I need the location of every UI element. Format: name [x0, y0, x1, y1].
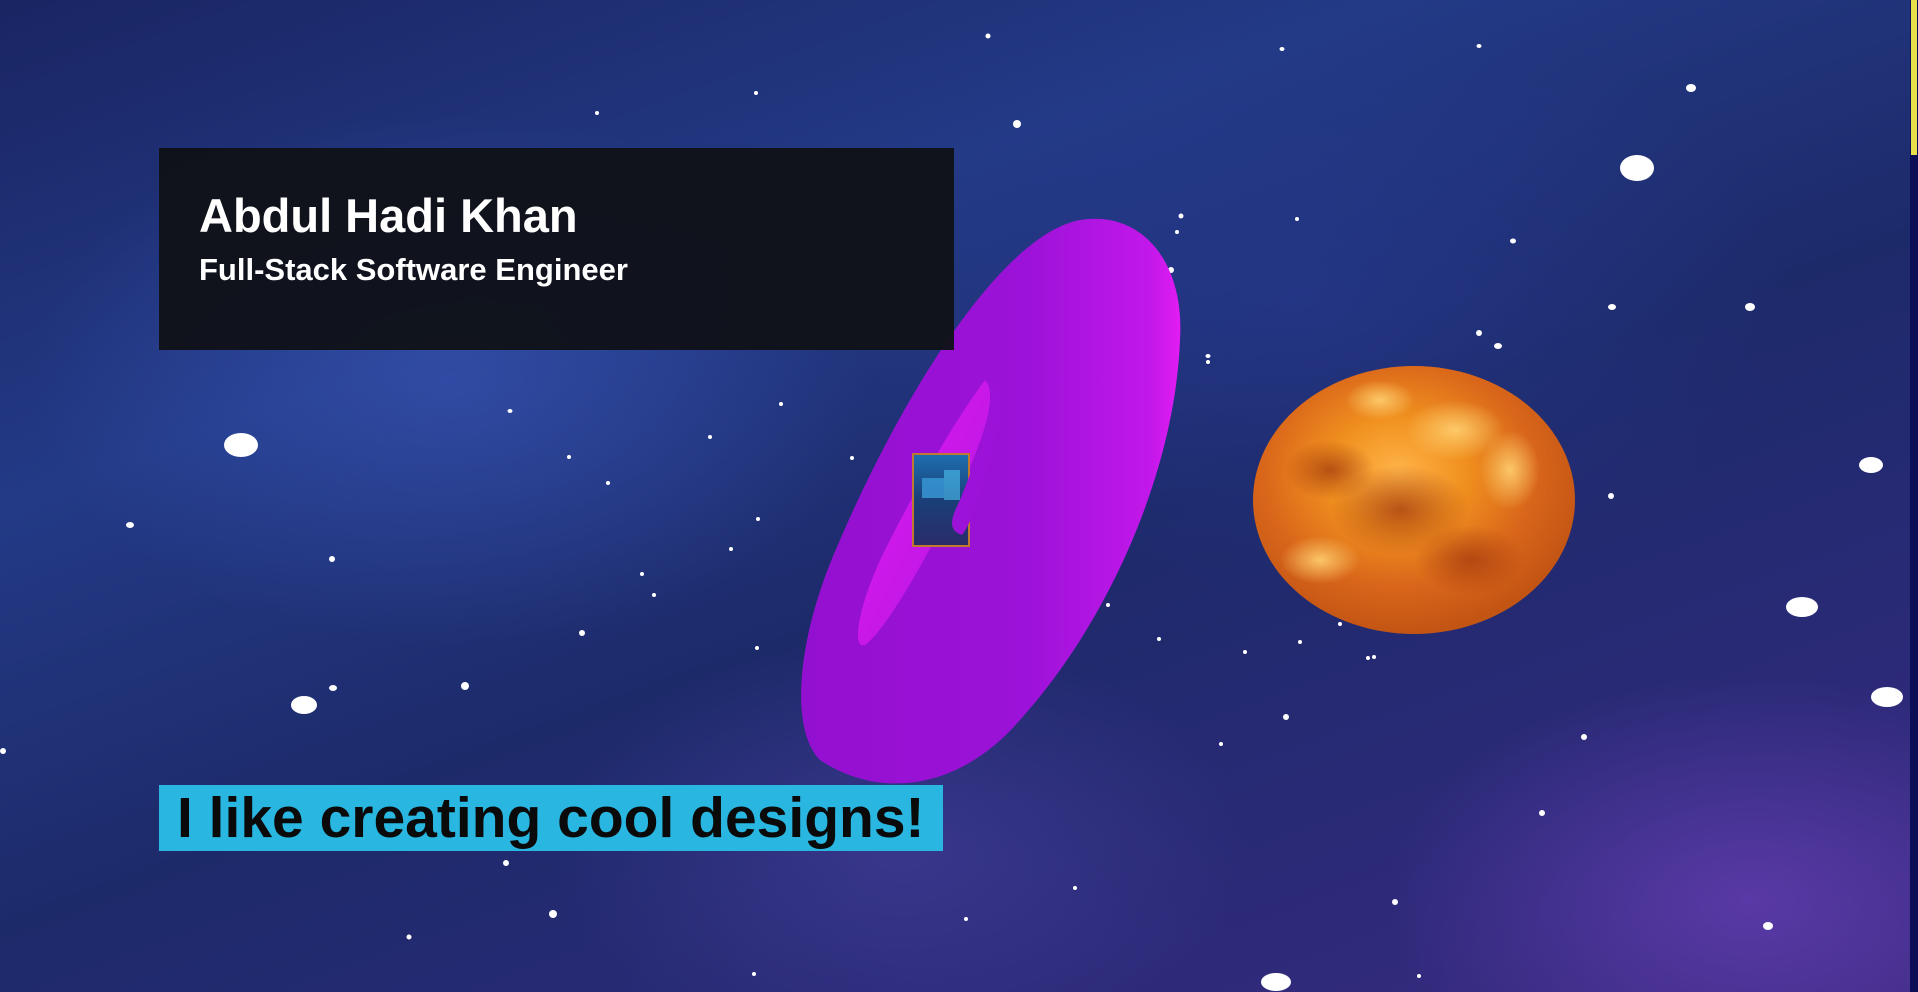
intro-card: Abdul Hadi Khan Full-Stack Software Engi…: [159, 148, 954, 350]
star: [595, 111, 599, 115]
star: [126, 522, 134, 528]
star: [1539, 810, 1545, 816]
star: [752, 972, 756, 976]
star: [1417, 974, 1421, 978]
star: [1338, 622, 1342, 626]
star: [779, 402, 783, 406]
star: [1056, 421, 1060, 425]
star: [1283, 714, 1289, 720]
star: [1476, 44, 1482, 48]
star: [406, 934, 412, 940]
star: [1608, 304, 1616, 310]
star: [1686, 84, 1696, 92]
star: [1005, 574, 1031, 598]
star: [549, 910, 557, 918]
star: [507, 409, 513, 413]
hero-role: Full-Stack Software Engineer: [199, 252, 628, 287]
star: [1205, 354, 1211, 358]
star: [964, 917, 968, 921]
star: [1745, 303, 1755, 311]
star: [1092, 588, 1096, 592]
star: [579, 630, 585, 636]
star: [1476, 330, 1482, 336]
star: [1219, 742, 1223, 746]
star: [1243, 650, 1247, 654]
star: [985, 33, 991, 39]
star: [1175, 230, 1179, 234]
star: [1581, 734, 1587, 740]
star: [503, 860, 509, 866]
star: [708, 435, 712, 439]
star: [1146, 317, 1150, 321]
star: [1279, 47, 1285, 51]
star: [1168, 267, 1174, 273]
star: [291, 696, 317, 714]
star: [1786, 597, 1818, 617]
hero-name: Abdul Hadi Khan: [199, 189, 578, 242]
star: [461, 682, 469, 690]
star: [1178, 213, 1184, 219]
star: [567, 455, 571, 459]
star: [1061, 412, 1065, 416]
star: [850, 456, 854, 460]
star: [1206, 360, 1210, 364]
star: [1608, 493, 1614, 499]
star: [755, 646, 759, 650]
star: [606, 481, 610, 485]
star: [329, 556, 335, 562]
tagline-banner: I like creating cool designs!: [159, 785, 943, 851]
star: [652, 593, 656, 597]
star: [729, 547, 733, 551]
star: [1871, 687, 1903, 707]
star: [1261, 973, 1291, 991]
star: [224, 433, 258, 457]
star: [1494, 343, 1502, 349]
scrollbar-thumb[interactable]: [1911, 0, 1917, 155]
star: [1510, 238, 1516, 244]
star: [1366, 656, 1370, 660]
star: [0, 748, 6, 754]
star: [1859, 457, 1883, 473]
star: [640, 572, 644, 576]
star: [1378, 596, 1382, 600]
space-scene: Abdul Hadi Khan Full-Stack Software Engi…: [0, 0, 1918, 992]
star: [329, 685, 337, 691]
star: [1073, 886, 1077, 890]
star: [1620, 155, 1654, 181]
star: [1298, 640, 1302, 644]
star: [1372, 655, 1376, 659]
star: [756, 517, 760, 521]
scrollbar[interactable]: [1910, 0, 1918, 992]
star: [1157, 637, 1161, 641]
star: [1763, 922, 1773, 930]
star: [1013, 120, 1021, 128]
star: [1392, 899, 1398, 905]
star: [1295, 217, 1299, 221]
star: [754, 91, 758, 95]
star: [1106, 603, 1110, 607]
